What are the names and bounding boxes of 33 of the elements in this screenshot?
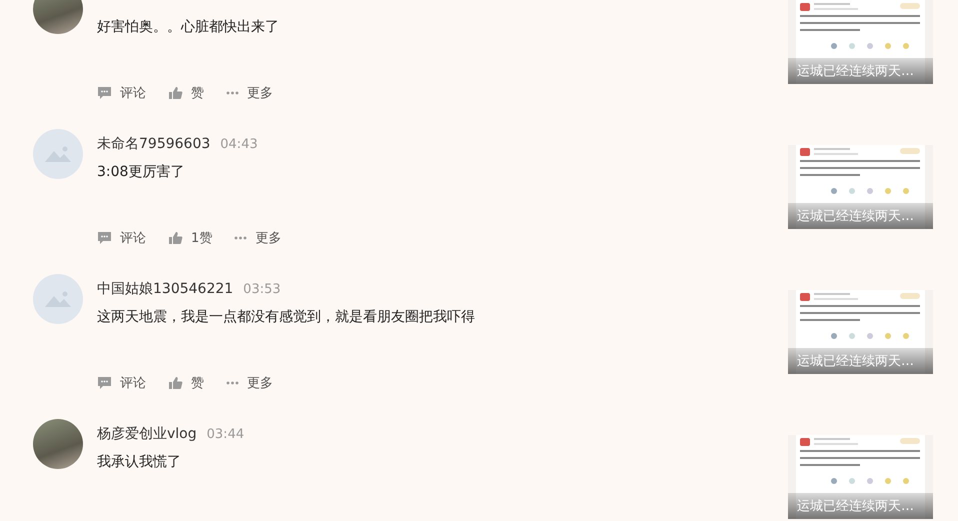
comment-icon [97, 231, 112, 245]
more-button[interactable]: 更多 [226, 374, 273, 392]
video-caption: 运城已经连续两天… [788, 493, 933, 519]
like-button[interactable]: 赞 [168, 84, 204, 102]
user-name[interactable]: 中国姑娘130546221 [97, 280, 234, 298]
more-button[interactable]: 更多 [234, 229, 282, 247]
comment-button[interactable]: 评论 [97, 229, 146, 247]
more-icon [226, 381, 239, 385]
thumbs-up-icon [168, 231, 183, 245]
comment-text: 这两天地震，我是一点都没有感觉到，就是看朋友圈把我吓得 [97, 308, 476, 326]
user-name[interactable]: 未命名79596603 [97, 135, 210, 153]
like-button[interactable]: 1赞 [168, 229, 212, 247]
comment-icon [97, 376, 112, 390]
thumbs-up-icon [168, 86, 183, 100]
comment-button[interactable]: 评论 [97, 374, 146, 392]
comment-time: 03:53 [243, 282, 281, 297]
comment-button[interactable]: 评论 [97, 84, 146, 102]
comment-text: 我承认我慌了 [97, 453, 182, 471]
comment-icon [97, 86, 112, 100]
comment-text: 3:08更厉害了 [97, 163, 186, 181]
thumbs-up-icon [168, 376, 183, 390]
comment-time: 04:43 [220, 137, 258, 152]
video-caption: 运城已经连续两天… [788, 203, 933, 229]
comment-text: 好害怕奥。。心脏都快出来了 [97, 18, 280, 36]
user-name[interactable]: 杨彦爱创业vlog [97, 425, 197, 443]
comment-time: 03:44 [206, 427, 244, 442]
more-icon [234, 236, 248, 240]
like-button[interactable]: 赞 [168, 374, 204, 392]
more-button[interactable]: 更多 [226, 84, 273, 102]
video-caption: 运城已经连续两天… [788, 58, 933, 84]
more-icon [226, 91, 239, 95]
avatar-photo[interactable] [33, 419, 83, 469]
video-caption: 运城已经连续两天… [788, 348, 933, 374]
